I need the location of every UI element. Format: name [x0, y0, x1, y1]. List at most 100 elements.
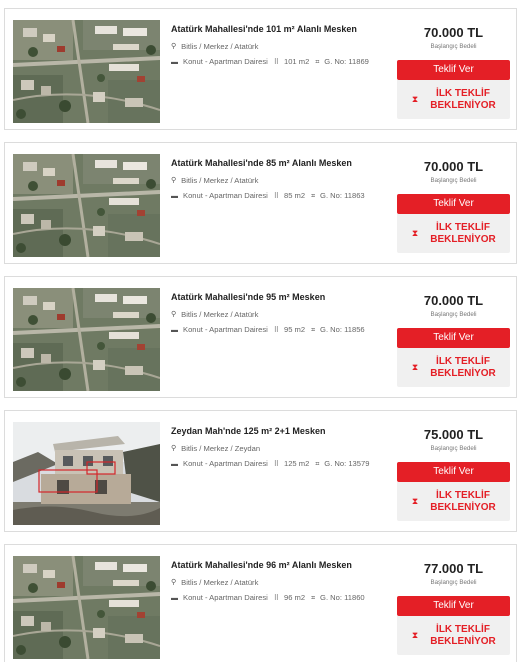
hourglass-icon: ⧗: [411, 630, 419, 640]
bid-button[interactable]: Teklif Ver: [397, 60, 510, 80]
listing-meta: ▬ Konut - Apartman Dairesi ⠿ 125 m2 ⌗ G. No: …: [171, 458, 393, 471]
property-type: Konut - Apartman Dairesi: [183, 191, 268, 200]
listing-title[interactable]: Atatürk Mahallesi'nde 96 m² Alanlı Meske…: [171, 559, 393, 571]
area-icon: ⠿: [273, 59, 279, 66]
map-pin-icon: ⚲: [171, 43, 177, 50]
parcel-number: G. No: 11856: [320, 325, 365, 334]
listing-location: ⚲ Bitlis / Merkez / Atatürk: [171, 42, 393, 52]
listing-meta: ▬ Konut - Apartman Dairesi ⠿ 95 m2 ⌗ G. No: 1…: [171, 324, 393, 337]
hourglass-icon: ⧗: [411, 362, 419, 372]
listing-card[interactable]: Atatürk Mahallesi'nde 96 m² Alanlı Meske…: [4, 544, 517, 662]
hourglass-icon: ⧗: [411, 228, 419, 238]
parcel-icon: ⌗: [315, 461, 320, 468]
starting-price-label: Başlangıç Bedeli: [430, 43, 477, 50]
parcel-icon: ⌗: [311, 595, 316, 602]
listing-title[interactable]: Atatürk Mahallesi'nde 95 m² Mesken: [171, 291, 393, 303]
location-text: Bitlis / Merkez / Atatürk: [181, 176, 259, 185]
building-icon: ▬: [171, 327, 178, 334]
listing-info: Zeydan Mah'nde 125 m² 2+1 Mesken ⚲ Bitli…: [171, 425, 393, 471]
listing-meta: ▬ Konut - Apartman Dairesi ⠿ 85 m2 ⌗ G. No: 1…: [171, 190, 393, 203]
listing-image[interactable]: [13, 154, 160, 257]
bid-button[interactable]: Teklif Ver: [397, 596, 510, 616]
map-pin-icon: ⚲: [171, 579, 177, 586]
property-type: Konut - Apartman Dairesi: [183, 325, 268, 334]
listing-info: Atatürk Mahallesi'nde 96 m² Alanlı Meske…: [171, 559, 393, 605]
listing-title[interactable]: Atatürk Mahallesi'nde 101 m² Alanlı Mesk…: [171, 23, 393, 35]
starting-price-label: Başlangıç Bedeli: [430, 445, 477, 452]
status-badge: ⧗ İLK TEKLİF BEKLENİYOR: [397, 482, 510, 521]
parcel-number: G. No: 13579: [324, 459, 370, 468]
location-text: Bitlis / Merkez / Atatürk: [181, 310, 259, 319]
hourglass-icon: ⧗: [411, 496, 419, 506]
bid-button[interactable]: Teklif Ver: [397, 462, 510, 482]
parcel-number: G. No: 11860: [320, 593, 365, 602]
starting-price-label: Başlangıç Bedeli: [430, 311, 477, 318]
listing-location: ⚲ Bitlis / Merkez / Atatürk: [171, 310, 393, 320]
status-text: İLK TEKLİF BEKLENİYOR: [430, 489, 496, 513]
listing-info: Atatürk Mahallesi'nde 101 m² Alanlı Mesk…: [171, 23, 393, 69]
listing-title[interactable]: Zeydan Mah'nde 125 m² 2+1 Mesken: [171, 425, 393, 437]
listing-card[interactable]: Atatürk Mahallesi'nde 95 m² Mesken ⚲ Bit…: [4, 276, 517, 398]
location-text: Bitlis / Merkez / Zeydan: [181, 444, 261, 453]
location-text: Bitlis / Merkez / Atatürk: [181, 578, 259, 587]
listing-image[interactable]: [13, 556, 160, 659]
bid-button[interactable]: Teklif Ver: [397, 328, 510, 348]
listing-location: ⚲ Bitlis / Merkez / Atatürk: [171, 176, 393, 186]
property-area: 95 m2: [283, 325, 306, 334]
status-badge: ⧗ İLK TEKLİF BEKLENİYOR: [397, 214, 510, 253]
starting-price-label: Başlangıç Bedeli: [430, 579, 477, 586]
building-icon: ▬: [171, 59, 178, 66]
listing-image[interactable]: [13, 288, 160, 391]
property-area: 85 m2: [283, 191, 306, 200]
status-badge: ⧗ İLK TEKLİF BEKLENİYOR: [397, 616, 510, 655]
area-icon: ⠿: [273, 461, 279, 468]
status-text: İLK TEKLİF BEKLENİYOR: [430, 87, 496, 111]
listing-card[interactable]: Zeydan Mah'nde 125 m² 2+1 Mesken ⚲ Bitli…: [4, 410, 517, 532]
parcel-icon: ⌗: [311, 193, 316, 200]
starting-price-label: Başlangıç Bedeli: [430, 177, 477, 184]
listing-card[interactable]: Atatürk Mahallesi'nde 101 m² Alanlı Mesk…: [4, 8, 517, 130]
listing-info: Atatürk Mahallesi'nde 95 m² Mesken ⚲ Bit…: [171, 291, 393, 337]
status-badge: ⧗ İLK TEKLİF BEKLENİYOR: [397, 80, 510, 119]
starting-price: 70.000 TL: [423, 293, 484, 308]
starting-price: 70.000 TL: [423, 25, 484, 40]
listing-image[interactable]: [13, 20, 160, 123]
building-icon: ▬: [171, 461, 178, 468]
area-icon: ⠿: [273, 595, 279, 602]
starting-price: 75.000 TL: [423, 427, 484, 442]
property-type: Konut - Apartman Dairesi: [183, 459, 268, 468]
status-text: İLK TEKLİF BEKLENİYOR: [430, 623, 496, 647]
parcel-number: G. No: 11863: [320, 191, 365, 200]
building-icon: ▬: [171, 193, 178, 200]
status-text: İLK TEKLİF BEKLENİYOR: [430, 355, 496, 379]
parcel-number: G. No: 11869: [324, 57, 369, 66]
bid-button[interactable]: Teklif Ver: [397, 194, 510, 214]
listing-card[interactable]: Atatürk Mahallesi'nde 85 m² Alanlı Meske…: [4, 142, 517, 264]
parcel-icon: ⌗: [315, 59, 320, 66]
starting-price: 77.000 TL: [423, 561, 484, 576]
map-pin-icon: ⚲: [171, 445, 177, 452]
listing-meta: ▬ Konut - Apartman Dairesi ⠿ 101 m2 ⌗ G. No: …: [171, 56, 393, 69]
property-type: Konut - Apartman Dairesi: [183, 593, 268, 602]
starting-price: 70.000 TL: [423, 159, 484, 174]
property-area: 125 m2: [283, 459, 310, 468]
location-text: Bitlis / Merkez / Atatürk: [181, 42, 259, 51]
hourglass-icon: ⧗: [411, 94, 419, 104]
listing-location: ⚲ Bitlis / Merkez / Zeydan: [171, 444, 393, 454]
status-badge: ⧗ İLK TEKLİF BEKLENİYOR: [397, 348, 510, 387]
property-area: 96 m2: [283, 593, 306, 602]
property-type: Konut - Apartman Dairesi: [183, 57, 268, 66]
area-icon: ⠿: [273, 327, 279, 334]
map-pin-icon: ⚲: [171, 177, 177, 184]
property-area: 101 m2: [283, 57, 310, 66]
listing-title[interactable]: Atatürk Mahallesi'nde 85 m² Alanlı Meske…: [171, 157, 393, 169]
building-icon: ▬: [171, 595, 178, 602]
listing-info: Atatürk Mahallesi'nde 85 m² Alanlı Meske…: [171, 157, 393, 203]
map-pin-icon: ⚲: [171, 311, 177, 318]
listing-location: ⚲ Bitlis / Merkez / Atatürk: [171, 578, 393, 588]
listing-image[interactable]: [13, 422, 160, 525]
listing-list: Atatürk Mahallesi'nde 101 m² Alanlı Mesk…: [0, 0, 528, 662]
parcel-icon: ⌗: [311, 327, 316, 334]
area-icon: ⠿: [273, 193, 279, 200]
status-text: İLK TEKLİF BEKLENİYOR: [430, 221, 496, 245]
